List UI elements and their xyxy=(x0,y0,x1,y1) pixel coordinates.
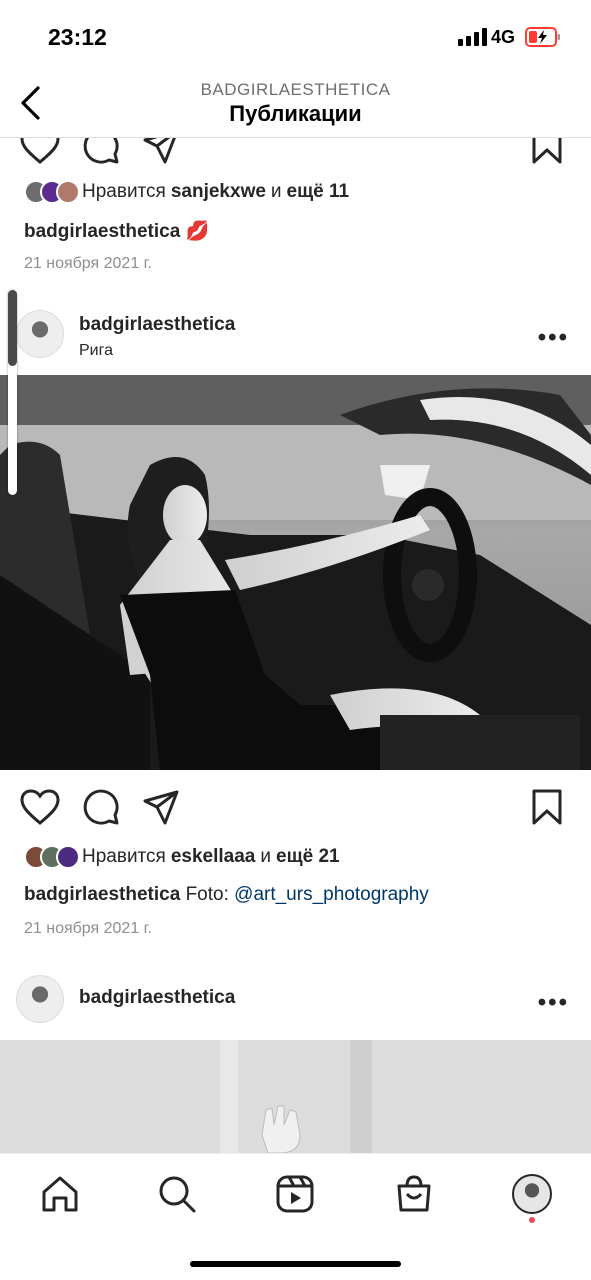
account-name: BADGIRLAESTHETICA xyxy=(200,80,391,99)
reels-icon[interactable] xyxy=(275,1174,315,1214)
likes-user[interactable]: eskellaaa xyxy=(171,846,256,868)
comment-icon[interactable] xyxy=(82,789,120,825)
avatar[interactable] xyxy=(16,975,64,1023)
heart-icon[interactable] xyxy=(20,789,60,825)
home-icon[interactable] xyxy=(40,1174,80,1214)
likes-more[interactable]: ещё 21 xyxy=(276,846,340,868)
likes-user[interactable]: sanjekxwe xyxy=(171,181,266,203)
post-actions xyxy=(0,785,591,829)
caption-text: 💋 xyxy=(185,221,210,242)
profile-avatar[interactable] xyxy=(512,1174,552,1214)
post-date: 21 ноября 2021 г. xyxy=(24,920,152,937)
post-username[interactable]: badgirlaesthetica xyxy=(79,987,235,1009)
scroll-indicator[interactable] xyxy=(8,290,17,495)
page-title: Публикации xyxy=(229,101,362,126)
feed[interactable]: Нравится sanjekxwe и ещё 11 badgirlaesth… xyxy=(0,0,591,1280)
liker-avatars xyxy=(24,845,80,869)
post-header: badgirlaesthetica Рига ••• xyxy=(0,304,591,368)
post-caption: badgirlaesthetica 💋 xyxy=(24,219,209,243)
post-username[interactable]: badgirlaesthetica xyxy=(79,314,235,336)
home-indicator[interactable] xyxy=(190,1261,401,1267)
caption-user[interactable]: badgirlaesthetica xyxy=(24,884,180,905)
liker-avatars xyxy=(24,180,80,204)
room-photo-image xyxy=(0,1040,591,1153)
caption-mention[interactable]: @art_urs_photography xyxy=(234,884,429,905)
caption-user[interactable]: badgirlaesthetica xyxy=(24,221,180,242)
share-icon[interactable] xyxy=(142,789,180,825)
likes-prefix: Нравится xyxy=(82,846,166,867)
likes-prefix: Нравится xyxy=(82,181,166,202)
post-caption: badgirlaesthetica Foto: @art_urs_photogr… xyxy=(24,884,429,906)
likes-and: и xyxy=(270,181,282,202)
likes-and: и xyxy=(260,846,271,867)
post-location[interactable]: Рига xyxy=(79,342,113,360)
bookmark-icon[interactable] xyxy=(531,789,563,825)
more-icon[interactable]: ••• xyxy=(538,989,569,1017)
likes-summary[interactable]: Нравится sanjekxwe и ещё 11 xyxy=(24,180,354,204)
post-photo[interactable] xyxy=(0,375,591,770)
more-icon[interactable]: ••• xyxy=(538,324,569,352)
page-header: BADGIRLAESTHETICA Публикации xyxy=(0,70,591,138)
scroll-thumb[interactable] xyxy=(8,290,17,366)
search-icon[interactable] xyxy=(157,1174,197,1214)
shop-icon[interactable] xyxy=(394,1174,434,1214)
caption-text: Foto: xyxy=(185,884,229,905)
post-header: badgirlaesthetica ••• xyxy=(0,969,591,1033)
avatar[interactable] xyxy=(16,310,64,358)
post-date: 21 ноября 2021 г. xyxy=(24,255,152,272)
car-photo-image xyxy=(0,375,591,770)
notification-dot xyxy=(529,1217,535,1223)
post-photo[interactable] xyxy=(0,1040,591,1153)
likes-summary[interactable]: Нравится eskellaaa и ещё 21 xyxy=(24,845,345,869)
likes-more[interactable]: ещё 11 xyxy=(287,181,350,203)
